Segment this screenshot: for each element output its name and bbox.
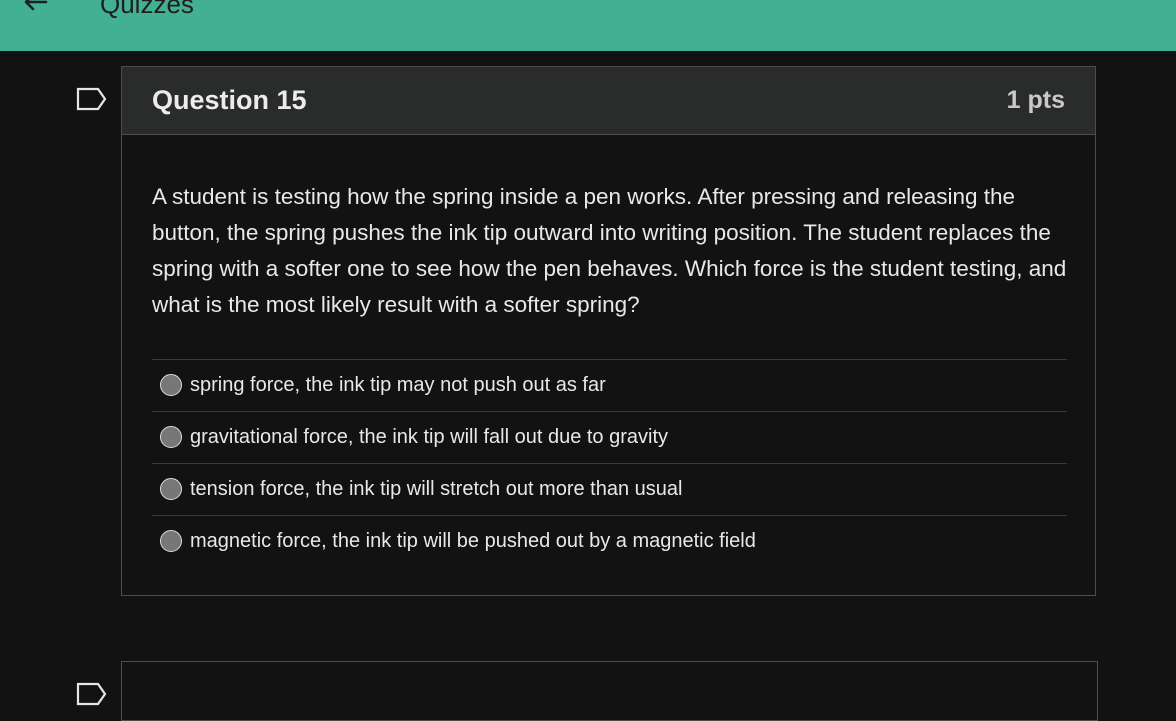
answer-label[interactable]: tension force, the ink tip will stretch … <box>190 476 682 502</box>
radio-button[interactable] <box>160 530 182 552</box>
question-title: Question 15 <box>152 85 307 115</box>
page-title: Quizzes <box>100 0 194 19</box>
arrow-left-icon[interactable] <box>20 0 52 14</box>
radio-button[interactable] <box>160 374 182 396</box>
flag-icon[interactable] <box>76 682 108 706</box>
radio-button[interactable] <box>160 478 182 500</box>
answer-option[interactable]: magnetic force, the ink tip will be push… <box>152 516 1067 567</box>
answer-label[interactable]: spring force, the ink tip may not push o… <box>190 372 606 398</box>
answer-option[interactable]: spring force, the ink tip may not push o… <box>152 360 1067 412</box>
next-question-card <box>121 661 1098 721</box>
question-header: Question 15 1 pts <box>122 67 1095 135</box>
question-text: A student is testing how the spring insi… <box>152 184 1067 317</box>
flag-icon[interactable] <box>76 87 108 111</box>
answer-option[interactable]: tension force, the ink tip will stretch … <box>152 464 1067 516</box>
answer-label[interactable]: gravitational force, the ink tip will fa… <box>190 424 668 450</box>
answer-list: spring force, the ink tip may not push o… <box>152 359 1067 567</box>
answer-label[interactable]: magnetic force, the ink tip will be push… <box>190 528 756 554</box>
radio-button[interactable] <box>160 426 182 448</box>
question-points: 1 pts <box>1006 86 1065 114</box>
answer-option[interactable]: gravitational force, the ink tip will fa… <box>152 412 1067 464</box>
top-bar: Quizzes <box>0 0 1176 51</box>
question-card: Question 15 1 pts A student is testing h… <box>121 66 1096 596</box>
